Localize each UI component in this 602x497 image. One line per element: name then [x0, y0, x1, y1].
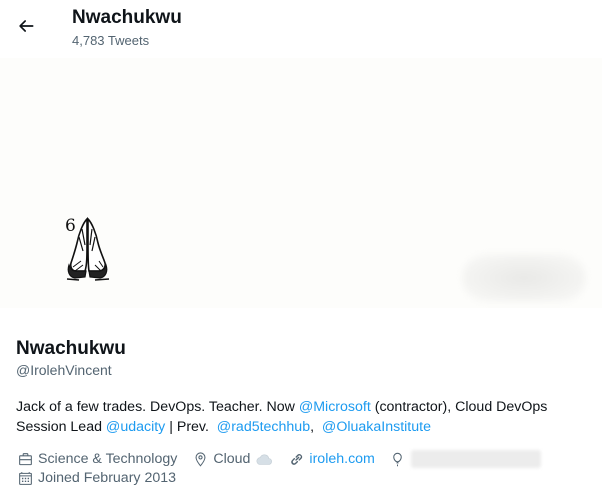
profile-meta-row-2: Joined February 2013 — [16, 468, 190, 488]
edit-profile-button-blurred[interactable] — [462, 254, 586, 302]
avatar-number: 6 — [65, 216, 76, 236]
link-icon — [287, 450, 305, 468]
birthday-item — [389, 450, 541, 468]
mention-rad5techhub-link[interactable]: @rad5techhub — [217, 419, 310, 435]
mention-microsoft-link[interactable]: @Microsoft — [299, 399, 371, 415]
bio-text: | Prev. — [165, 419, 217, 435]
location-pin-icon — [191, 450, 209, 468]
joined-label: Joined February 2013 — [38, 470, 177, 486]
bio-text: , — [310, 419, 322, 435]
praying-hands-icon: 6 — [65, 216, 110, 281]
mention-udacity-link[interactable]: @udacity — [106, 419, 165, 435]
location-item: Cloud — [191, 450, 273, 468]
header-title: Nwachukwu — [72, 7, 182, 28]
profile-meta-row: Science & Technology Cloud iroleh.com — [16, 449, 555, 469]
arrow-left-icon — [19, 20, 34, 32]
profile-name: Nwachukwu — [16, 338, 126, 359]
profile-page: Nwachukwu 4,783 Tweets 6 Nwachukwu @Irol… — [0, 0, 602, 497]
birthday-value-blurred — [410, 450, 541, 468]
calendar-icon — [16, 469, 34, 487]
website-link[interactable]: iroleh.com — [309, 451, 374, 467]
joined-item: Joined February 2013 — [16, 469, 176, 487]
profile-header: Nwachukwu 4,783 Tweets — [0, 0, 602, 58]
cloud-emoji-icon — [255, 452, 273, 466]
balloon-icon — [389, 450, 407, 468]
profile-bio: Jack of a few trades. DevOps. Teacher. N… — [16, 397, 591, 437]
tweet-count: 4,783 Tweets — [72, 33, 150, 48]
category-label: Science & Technology — [38, 451, 178, 467]
avatar[interactable]: 6 — [55, 205, 119, 283]
profile-handle: @IrolehVincent — [16, 362, 112, 378]
website-item[interactable]: iroleh.com — [287, 450, 375, 468]
mention-oluakainstitute-link[interactable]: @OluakaInstitute — [322, 419, 431, 435]
briefcase-icon — [16, 450, 34, 468]
location-label: Cloud — [213, 451, 251, 467]
bio-text: Jack of a few trades. DevOps. Teacher. N… — [16, 399, 299, 415]
category-item: Science & Technology — [16, 450, 177, 468]
back-button[interactable] — [12, 12, 40, 40]
